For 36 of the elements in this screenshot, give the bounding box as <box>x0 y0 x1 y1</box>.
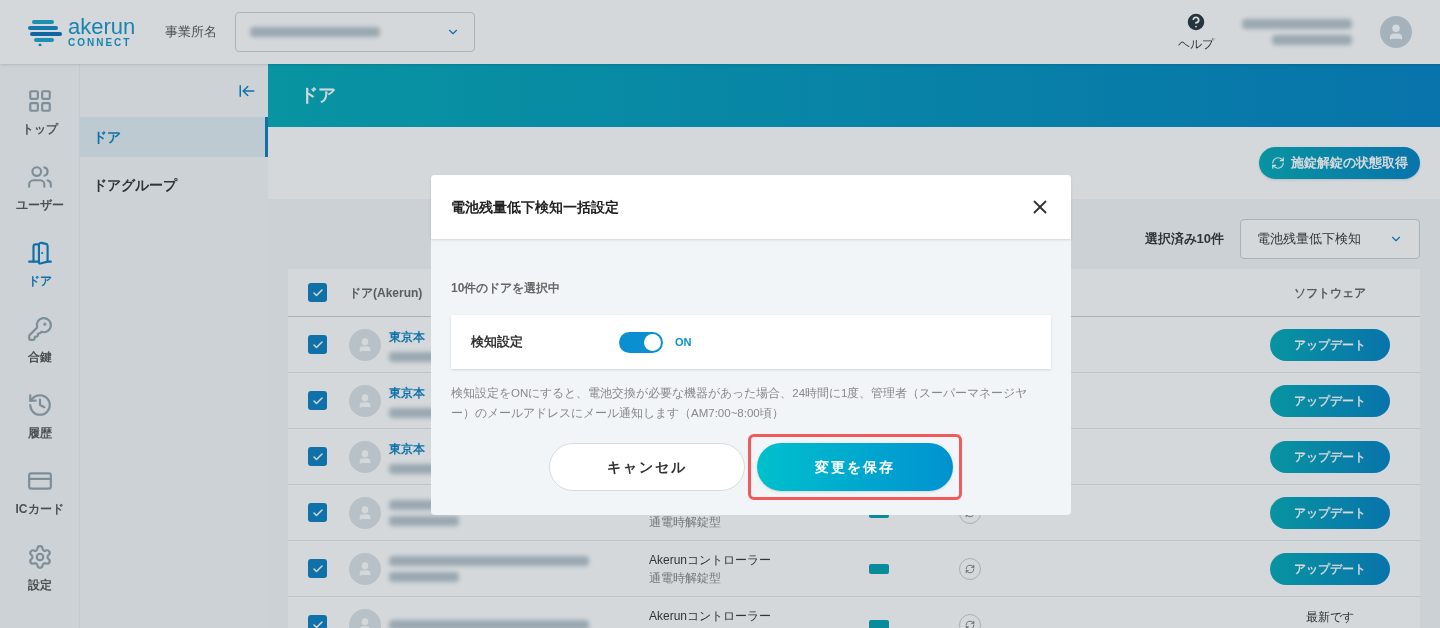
logo-word: akerun <box>68 16 136 38</box>
office-label: 事業所名 <box>165 23 218 42</box>
toggle-state: ON <box>675 334 692 350</box>
page-banner: ドア <box>268 64 1440 127</box>
device-type: Akerunコントローラー <box>649 551 773 569</box>
description-text: 検知設定をONにすると、電池交換が必要な機器があった場合、24時間に1度、管理者（スーパーマネージヤー）のメールアドレスにメール通知します（AM7:00~8:00頃） <box>451 386 1029 421</box>
subnav-item[interactable]: ドアグループ <box>80 165 268 205</box>
lock-mode: 通電時解錠型 <box>649 569 722 587</box>
logo-subtitle: CONNECT <box>68 38 133 48</box>
cancel-button[interactable]: キャンセル <box>549 443 745 491</box>
software-status: 最新です <box>1306 608 1354 626</box>
rail-item[interactable]: ドア <box>26 240 53 294</box>
selection-note: 10件のドアを選択中 <box>451 280 562 297</box>
selection-count: 選択済み10件 <box>1144 230 1224 249</box>
action-select[interactable]: 電池残量低下検知 <box>1240 219 1420 259</box>
update-button[interactable]: アップデート <box>1270 496 1390 529</box>
dialog-title: 電池残量低下検知一括設定 <box>451 197 619 217</box>
rail-item[interactable]: 設定 <box>26 544 53 598</box>
column-header: ソフトウェア <box>1293 284 1367 302</box>
rail-item[interactable]: ユーザー <box>15 164 64 218</box>
lock-mode: 通電時解錠型 <box>649 513 722 531</box>
update-button[interactable]: アップデート <box>1270 552 1390 585</box>
fetch-status-button[interactable]: 施錠解錠の状態取得 <box>1259 147 1420 179</box>
save-button[interactable]: 変更を保存 <box>757 443 953 491</box>
update-button[interactable]: アップデート <box>1270 384 1390 417</box>
update-button[interactable]: アップデート <box>1270 440 1390 473</box>
help-button[interactable]: ヘルプ <box>1178 11 1214 53</box>
update-button[interactable]: アップデート <box>1270 328 1390 361</box>
subnav-item[interactable]: ドア <box>80 117 268 157</box>
column-header: ドア(Akerun) <box>349 284 423 302</box>
rail-item[interactable]: 履歴 <box>26 392 53 446</box>
rail-item[interactable]: トップ <box>21 88 58 142</box>
rail-item[interactable]: ICカード <box>15 468 64 522</box>
device-type: Akerunコントローラー <box>649 607 773 625</box>
rail-item[interactable]: 合鍵 <box>26 316 53 370</box>
setting-label: 検知設定 <box>471 333 524 352</box>
